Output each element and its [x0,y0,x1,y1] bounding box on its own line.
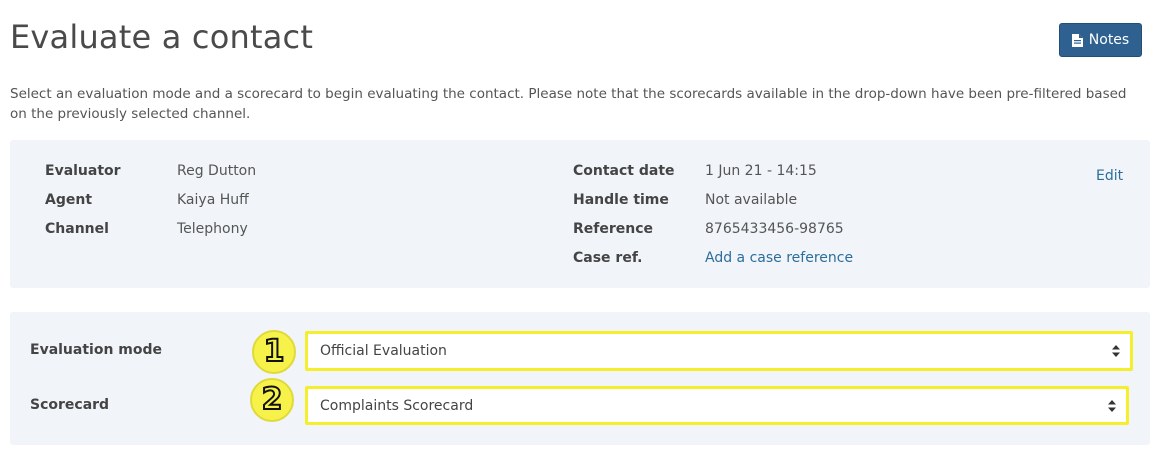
step-1-number: 1 [263,334,286,369]
scorecard-value: Complaints Scorecard [320,397,474,414]
handle-time-value: Not available [705,192,798,208]
page-title: Evaluate a contact [10,18,314,56]
channel-value: Telephony [177,221,248,237]
evaluation-form-panel: Evaluation mode Scorecard 1 2 Official E… [10,312,1150,445]
step-2-number: 2 [261,382,284,417]
document-icon [1071,33,1083,47]
step-2-badge: 2 [250,378,294,422]
contact-date-value: 1 Jun 21 - 14:15 [705,163,817,179]
scorecard-label: Scorecard [30,397,110,413]
intro-text: Select an evaluation mode and a scorecar… [10,86,1127,122]
scorecard-select[interactable]: Complaints Scorecard [305,386,1129,425]
edit-link[interactable]: Edit [1096,168,1123,184]
notes-button[interactable]: Notes [1059,23,1142,57]
contact-date-label: Contact date [573,163,675,179]
reference-label: Reference [573,221,654,237]
evaluator-label: Evaluator [45,163,121,179]
sort-arrows-icon [1108,399,1116,412]
agent-label: Agent [45,192,93,208]
notes-button-label: Notes [1088,32,1130,48]
add-case-reference-link[interactable]: Add a case reference [705,250,853,266]
contact-details-panel: Evaluator Reg Dutton Agent Kaiya Huff Ch… [10,140,1150,288]
agent-value: Kaiya Huff [177,192,249,208]
evaluation-mode-label: Evaluation mode [30,342,163,358]
channel-label: Channel [45,221,109,237]
reference-value: 8765433456-98765 [705,221,844,237]
sort-arrows-icon [1112,345,1120,357]
evaluation-mode-value: Official Evaluation [320,343,447,359]
case-ref-label: Case ref. [573,250,643,266]
evaluator-value: Reg Dutton [177,163,257,179]
evaluation-mode-select[interactable]: Official Evaluation [305,331,1133,371]
handle-time-label: Handle time [573,192,669,208]
step-1-badge: 1 [252,330,296,374]
